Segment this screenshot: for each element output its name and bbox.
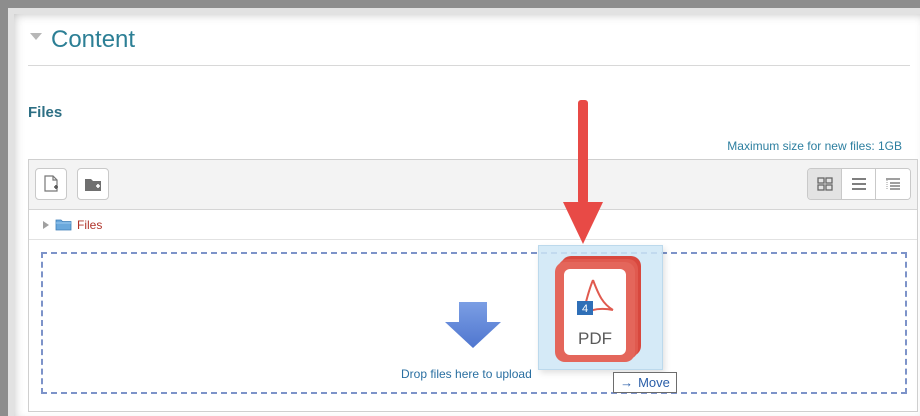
page: Content Files Maximum size for new files… bbox=[14, 14, 920, 416]
section-divider bbox=[28, 65, 910, 66]
pdf-type-label: PDF bbox=[578, 329, 612, 348]
tree-view-icon bbox=[886, 178, 900, 190]
dropzone-text: Drop files here to upload bbox=[401, 367, 532, 381]
expand-triangle-icon[interactable] bbox=[43, 220, 49, 229]
move-tooltip-label: Move bbox=[638, 375, 670, 390]
move-arrow-icon: → bbox=[620, 375, 634, 390]
move-tooltip: → Move bbox=[613, 372, 677, 393]
file-manager-toolbar bbox=[29, 160, 917, 210]
folder-icon bbox=[55, 219, 72, 231]
collapse-caret-icon[interactable] bbox=[30, 32, 42, 40]
create-folder-button[interactable] bbox=[77, 168, 109, 200]
grid-view-icon bbox=[816, 177, 833, 191]
red-arrow-annotation-icon bbox=[563, 100, 603, 244]
file-manager: Files Drop files here to upload bbox=[28, 159, 918, 412]
path-bar: Files bbox=[29, 210, 917, 240]
path-link-files[interactable]: Files bbox=[77, 218, 102, 232]
create-folder-icon bbox=[85, 179, 101, 191]
tree-view-button[interactable] bbox=[876, 169, 910, 199]
list-view-button[interactable] bbox=[842, 169, 876, 199]
add-file-icon bbox=[44, 175, 58, 192]
upload-arrow-icon bbox=[445, 302, 501, 348]
view-mode-group bbox=[807, 168, 911, 200]
section-title: Content bbox=[51, 26, 136, 53]
pdf-badge-number: 4 bbox=[582, 303, 588, 315]
add-file-button[interactable] bbox=[35, 168, 67, 200]
pdf-file-icon: 4 PDF bbox=[555, 256, 641, 362]
max-size-text: Maximum size for new files: 1GB bbox=[727, 139, 902, 153]
dragged-file-ghost[interactable]: 4 PDF bbox=[538, 245, 663, 370]
files-label: Files bbox=[28, 104, 63, 121]
list-view-icon bbox=[851, 178, 866, 190]
section-header-content[interactable]: Content bbox=[30, 26, 135, 54]
upload-dropzone[interactable]: Drop files here to upload bbox=[41, 252, 907, 394]
icons-view-button[interactable] bbox=[808, 169, 842, 199]
